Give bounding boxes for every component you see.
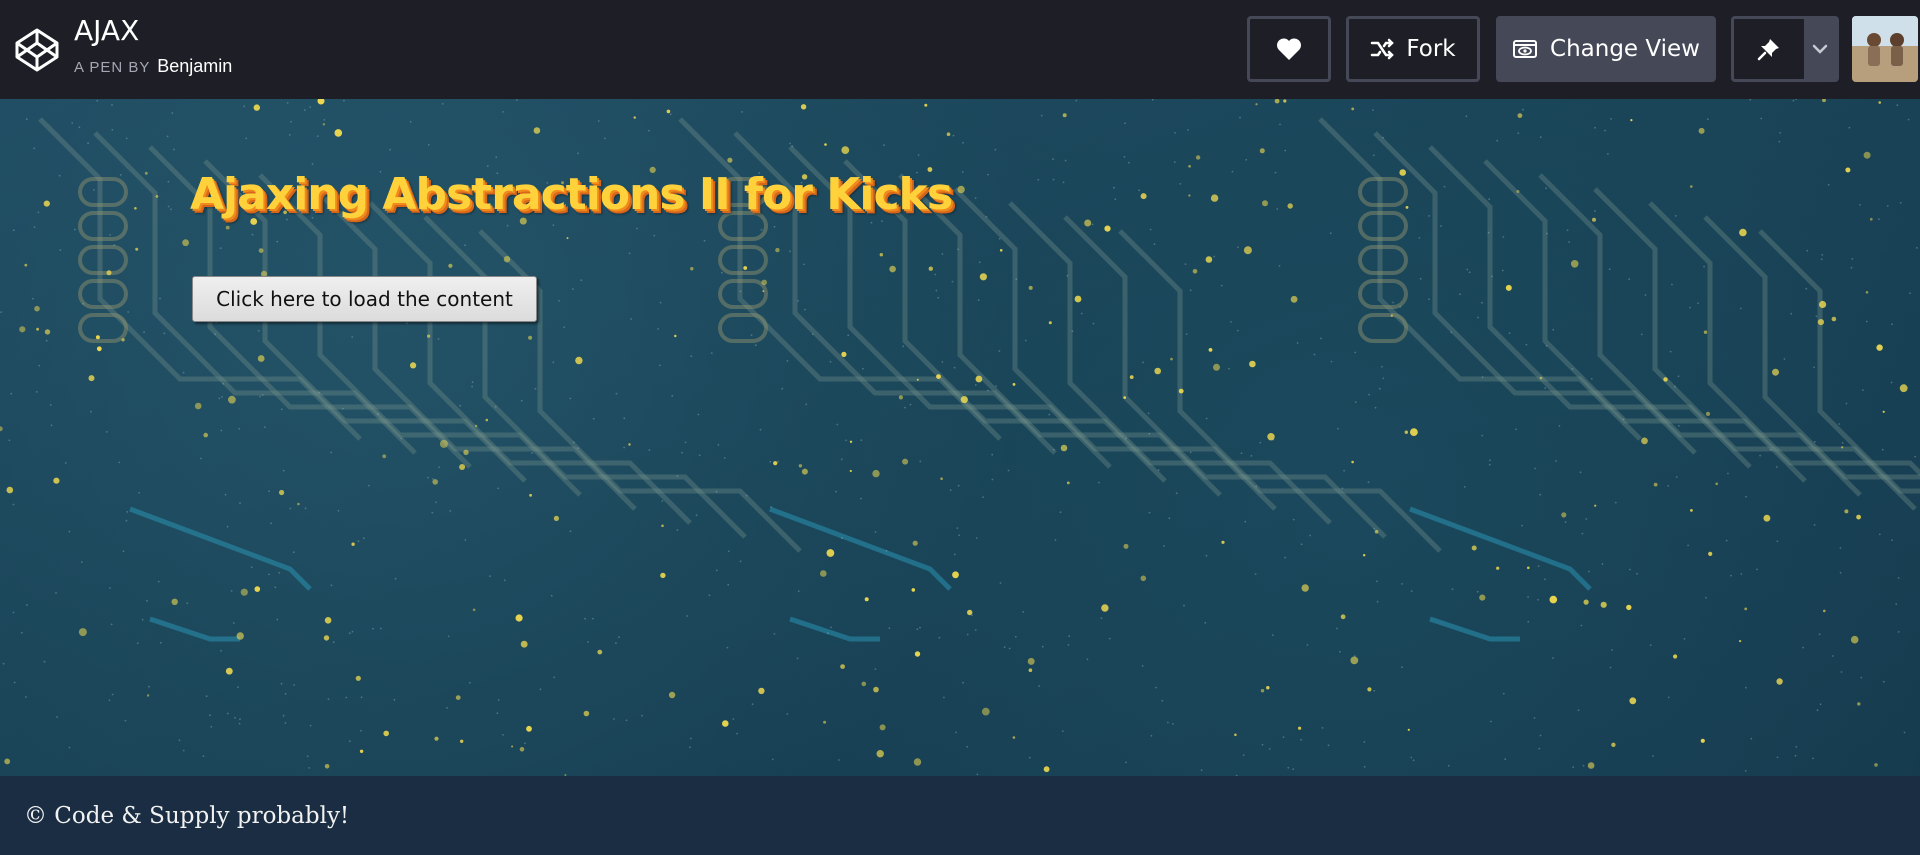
fork-icon [1371, 38, 1395, 60]
footer-text: © Code & Supply probably! [24, 802, 350, 829]
heart-button[interactable] [1247, 16, 1331, 82]
codepen-logo-icon[interactable] [14, 27, 60, 73]
fork-label: Fork [1406, 36, 1456, 62]
user-avatar[interactable] [1852, 16, 1918, 82]
page-heading: Ajaxing Abstractions II for Kicks [190, 169, 953, 220]
fork-button[interactable]: Fork [1346, 16, 1480, 82]
pin-dropdown-button[interactable] [1804, 19, 1836, 79]
pen-header: AJAX A PEN BY Benjamin Fork Change View [0, 0, 1920, 99]
load-content-button[interactable]: Click here to load the content [192, 276, 537, 322]
change-view-button[interactable]: Change View [1496, 16, 1716, 82]
pen-preview: Ajaxing Abstractions II for Kicks Click … [0, 99, 1920, 776]
pen-author-line: A PEN BY Benjamin [74, 56, 232, 77]
avatar-image [1852, 16, 1918, 82]
pen-title[interactable]: AJAX [74, 14, 232, 48]
page-footer: © Code & Supply probably! [0, 776, 1920, 855]
change-view-label: Change View [1550, 36, 1700, 62]
pen-title-block: AJAX A PEN BY Benjamin [74, 14, 232, 77]
eye-window-icon [1513, 40, 1538, 58]
author-link[interactable]: Benjamin [157, 56, 232, 76]
chevron-down-icon [1812, 44, 1828, 54]
pin-icon [1757, 39, 1779, 61]
pin-button-group [1731, 16, 1839, 82]
heart-icon [1276, 38, 1302, 60]
pen-by-label: A PEN BY [74, 59, 151, 76]
pin-button[interactable] [1734, 19, 1804, 79]
